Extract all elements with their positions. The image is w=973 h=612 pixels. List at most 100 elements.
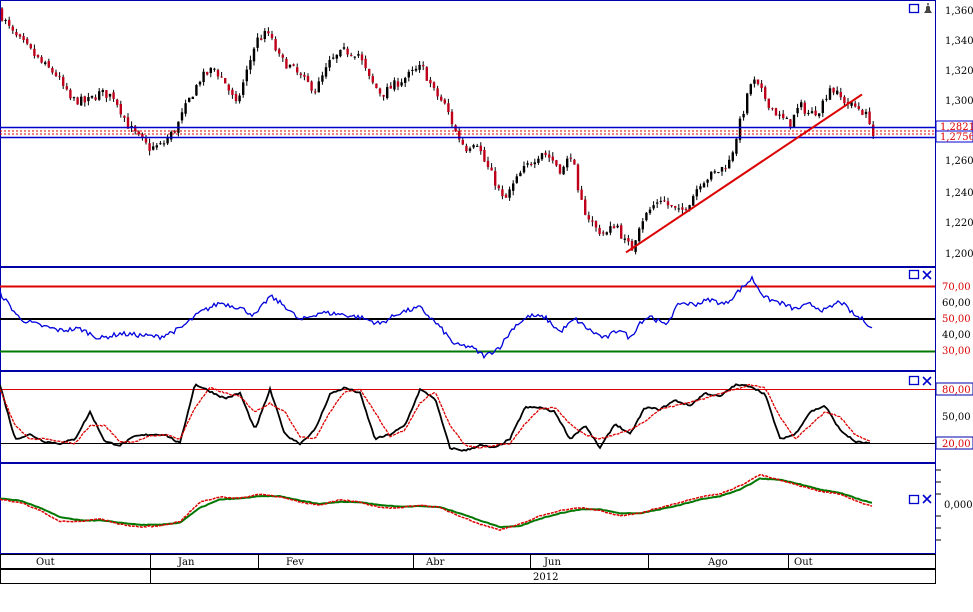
candle-body	[724, 168, 727, 170]
stoch-label-20: 20,00	[942, 439, 971, 450]
y-tick-label: 1,2400	[945, 188, 973, 199]
candle-body	[342, 47, 346, 49]
month-label: Ago	[707, 557, 728, 568]
candle-body	[422, 65, 425, 67]
stoch-label-80: 80,00	[942, 385, 971, 396]
candle-body	[814, 110, 817, 116]
candle-body	[537, 158, 540, 163]
candle-body	[558, 164, 562, 174]
price-badge-lower: 1,27561	[940, 132, 973, 143]
candle-body	[782, 113, 785, 118]
candle-body	[587, 215, 590, 220]
candle-body	[810, 111, 814, 114]
candle-body	[407, 71, 410, 78]
candle-body	[432, 82, 436, 89]
candle-body	[623, 238, 626, 240]
candle-body	[303, 74, 306, 77]
window-icon[interactable]	[908, 494, 920, 505]
candle-body	[483, 149, 486, 162]
month-label: Out	[36, 557, 55, 568]
candle-body	[785, 118, 788, 120]
candle-body	[270, 34, 274, 39]
candle-body	[756, 79, 760, 84]
window-icon[interactable]	[908, 269, 920, 280]
candle-body	[4, 20, 7, 22]
y-tick-label: 1,3400	[945, 36, 973, 47]
candle-body	[335, 54, 338, 59]
y-tick-label: 1,2200	[945, 218, 973, 229]
candle-body	[436, 88, 439, 97]
candle-body	[742, 113, 745, 118]
candle-body	[36, 54, 40, 58]
rsi-label-60: 60,00	[942, 298, 971, 309]
candle-body	[364, 58, 367, 68]
candle-body	[652, 205, 655, 209]
window-icon[interactable]	[908, 3, 920, 14]
candle-body	[47, 61, 50, 68]
candle-body	[789, 119, 792, 127]
candle-body	[116, 99, 119, 105]
candle-body	[792, 114, 796, 128]
candle-body	[728, 159, 731, 169]
candle-body	[213, 68, 216, 70]
candle-body	[51, 68, 54, 73]
close-icon[interactable]	[922, 376, 932, 386]
candle-body	[440, 96, 443, 101]
candle-body	[486, 160, 490, 167]
candle-body	[278, 49, 281, 54]
candle-body	[447, 103, 450, 113]
candle-body	[382, 94, 385, 97]
rsi-label-70: 70,00	[942, 282, 971, 293]
y-tick-label: 1,3000	[945, 96, 973, 107]
stoch-axis: 80,00 50,00 20,00	[935, 382, 973, 450]
candle-body	[414, 68, 418, 71]
candle-body	[576, 164, 580, 191]
candle-body	[512, 183, 515, 191]
candle-body	[220, 76, 223, 78]
candle-body	[746, 93, 749, 114]
candle-body	[328, 59, 331, 68]
candle-body	[386, 87, 389, 99]
close-icon[interactable]	[922, 494, 932, 504]
window-icon[interactable]	[908, 375, 920, 386]
candle-body	[800, 102, 803, 108]
candle-body	[692, 196, 695, 206]
bell-icon[interactable]	[924, 3, 932, 13]
candle-body	[202, 71, 205, 83]
candle-body	[735, 138, 738, 154]
candle-body	[58, 76, 61, 78]
candle-body	[339, 49, 342, 57]
candle-body	[454, 125, 457, 132]
month-label: Jun	[543, 557, 561, 568]
candle-body	[314, 91, 317, 93]
candle-body	[461, 139, 464, 145]
candle-body	[515, 176, 518, 183]
candle-body	[796, 107, 799, 114]
candle-body	[242, 82, 245, 95]
candle-body	[836, 90, 839, 95]
candle-body	[771, 108, 774, 110]
candle-body	[598, 227, 601, 234]
month-label: Jan	[177, 557, 195, 568]
candle-body	[404, 77, 407, 83]
candle-body	[198, 81, 202, 85]
macd-panel-frame	[0, 463, 936, 554]
candle-body	[170, 131, 173, 140]
candle-body	[501, 189, 504, 197]
close-icon[interactable]	[922, 270, 932, 280]
candle-body	[479, 145, 482, 152]
year-row	[0, 569, 936, 584]
candle-body	[72, 97, 76, 99]
candle-body	[375, 83, 378, 89]
candle-body	[854, 103, 857, 107]
candle-body	[706, 179, 709, 183]
candle-body	[681, 207, 684, 210]
candle-body	[684, 208, 688, 210]
candle-body	[839, 92, 842, 98]
candle-body	[299, 73, 302, 75]
candle-body	[562, 166, 565, 175]
candle-body	[731, 152, 734, 161]
candle-body	[555, 160, 558, 166]
candle-body	[350, 55, 353, 57]
candle-body	[281, 54, 284, 58]
